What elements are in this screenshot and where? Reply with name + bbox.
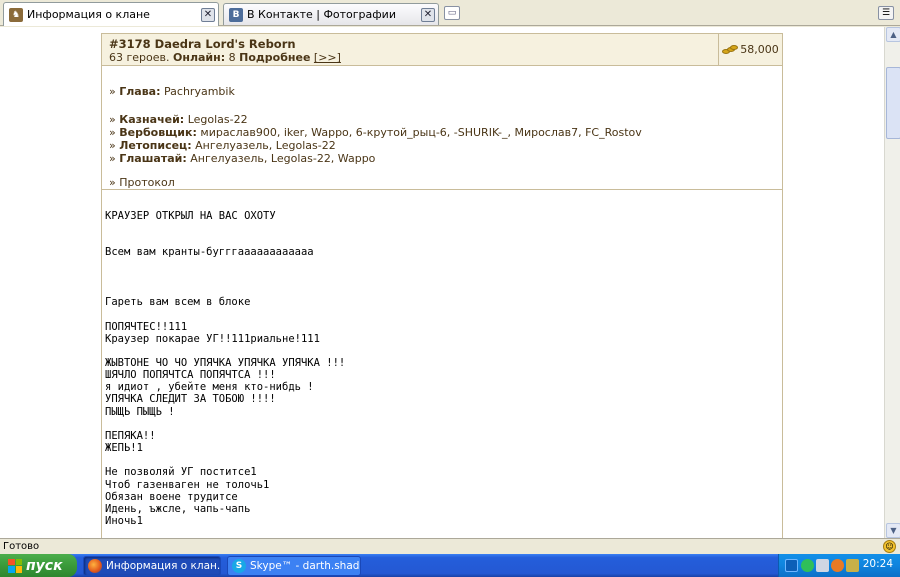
- clan-info-panel: #3178 Daedra Lord's Reborn 63 героев. Он…: [101, 33, 783, 538]
- description-line: ПЕПЯКА!!: [105, 430, 156, 442]
- smiley-icon[interactable]: ☺: [883, 540, 896, 553]
- description-line: Обязан воене трудитсе: [105, 491, 238, 503]
- description-line: ПЫЩЬ ПЫЩЬ !: [105, 406, 175, 418]
- officer-names: мираслав900, iker, Wappo, 6-крутой_рыц-6…: [200, 126, 642, 139]
- officer-role: Глашатай:: [119, 152, 187, 165]
- description-line: Краузер покарае УГ!!111риальне!111: [105, 333, 320, 345]
- scroll-down-icon[interactable]: ▼: [886, 523, 900, 538]
- officer-names: Ангелуазель, Legolas-22, Wappo: [190, 152, 376, 165]
- online-label: Онлайн:: [173, 51, 226, 64]
- description-line: КРАУЗЕР ОТКРЫЛ НА ВАС ОХОТУ: [105, 210, 276, 222]
- more-label: Подробнее: [239, 51, 311, 64]
- tab-vkontakte[interactable]: B В Контакте | Фотографии ✕: [223, 3, 439, 25]
- vertical-scrollbar[interactable]: ▲ ▼: [884, 27, 900, 538]
- officer-names: Legolas-22: [187, 113, 248, 126]
- close-icon[interactable]: ✕: [201, 7, 215, 22]
- start-label: пуск: [26, 557, 63, 574]
- tray-arrow-icon[interactable]: [785, 559, 798, 572]
- description-line: ШЯЧЛО ПОПЯЧТСА ПОПЯЧТСА !!!: [105, 369, 276, 381]
- officer-row-treasurer: » Казначей: Legolas-22: [109, 113, 248, 126]
- clan-gold: 58,000: [718, 34, 782, 65]
- tab-title: Информация о клане: [27, 8, 150, 21]
- officer-row-chronicler: » Летописец: Ангелуазель, Legolas-22: [109, 139, 336, 152]
- description-line: Иночь1: [105, 515, 143, 527]
- status-bar: Готово ☺: [0, 538, 900, 554]
- taskbar-item-skype[interactable]: S Skype™ - darth.shad...: [227, 556, 361, 576]
- vk-icon: B: [229, 7, 243, 22]
- description-line: ПОПЯЧТЕС!!111: [105, 321, 188, 333]
- gold-amount: 58,000: [740, 43, 779, 56]
- officer-role: Летописец:: [119, 139, 192, 152]
- tray-network-icon[interactable]: [816, 559, 829, 572]
- system-tray: 20:24: [778, 554, 900, 577]
- description-line: ЖЕПЬ!1: [105, 442, 143, 454]
- clan-title: #3178 Daedra Lord's Reborn: [109, 37, 296, 51]
- officer-row-head: » Глава: Pachryambik: [109, 85, 235, 98]
- more-link[interactable]: [>>]: [314, 51, 341, 64]
- description-line: Всем вам кранты-бугггaааааааааааа: [105, 246, 314, 258]
- description-line: ЖЫВТОНЕ ЧО ЧО УПЯЧКА УПЯЧКА УПЯЧКА !!!: [105, 357, 346, 369]
- tab-clan-info[interactable]: ♞ Информация о клане ✕: [3, 2, 219, 26]
- description-line: я идиот , убейте меня кто-нибдь !: [105, 381, 314, 393]
- tab-list-icon[interactable]: ☰: [878, 6, 894, 20]
- clan-summary: 63 героев. Онлайн: 8 Подробнее [>>]: [109, 51, 341, 64]
- online-count: 8: [228, 51, 236, 64]
- start-button[interactable]: пуск: [0, 554, 77, 577]
- tab-strip: ♞ Информация о клане ✕ B В Контакте | Фо…: [0, 0, 900, 26]
- clan-officers: » Глава: Pachryambik » Казначей: Legolas…: [102, 66, 782, 190]
- clock: 20:24: [862, 558, 893, 570]
- officer-role: Вербовщик:: [119, 126, 197, 139]
- officer-role: Казначей:: [119, 113, 185, 126]
- protocol-link[interactable]: » Протокол: [109, 176, 175, 189]
- page-viewport: #3178 Daedra Lord's Reborn 63 героев. Он…: [0, 27, 884, 538]
- windows-flag-icon: [8, 558, 22, 573]
- officer-role: Глава:: [119, 85, 161, 98]
- officer-names: Ангелуазель, Legolas-22: [195, 139, 336, 152]
- scroll-up-icon[interactable]: ▲: [886, 27, 900, 42]
- description-line: УПЯЧКА СЛЕДИТ ЗА ТОБОЮ !!!!: [105, 393, 276, 405]
- tray-skype-status-icon[interactable]: [801, 559, 814, 572]
- status-text: Готово: [3, 541, 40, 552]
- task-title: Информация о клан...: [106, 560, 221, 572]
- close-icon[interactable]: ✕: [421, 7, 435, 22]
- officer-row-herald: » Глашатай: Ангелуазель, Legolas-22, Wap…: [109, 152, 376, 165]
- scroll-thumb[interactable]: [886, 67, 900, 139]
- clan-icon: ♞: [9, 7, 23, 22]
- taskbar: пуск Информация о клан... S Skype™ - dar…: [0, 554, 900, 577]
- clan-header: #3178 Daedra Lord's Reborn 63 героев. Он…: [102, 34, 782, 66]
- tray-app-icon[interactable]: [831, 559, 844, 572]
- hero-count: 63 героев.: [109, 51, 170, 64]
- officer-row-recruiter: » Вербовщик: мираслав900, iker, Wappo, 6…: [109, 126, 642, 139]
- gold-icon: [722, 44, 739, 55]
- officer-names: Pachryambik: [164, 85, 235, 98]
- description-line: Чтоб газенваген не толочь1: [105, 479, 270, 491]
- firefox-icon: [88, 559, 102, 573]
- skype-icon: S: [232, 559, 246, 573]
- taskbar-item-firefox[interactable]: Информация о клан...: [83, 556, 221, 576]
- new-tab-icon[interactable]: ▭: [444, 6, 460, 20]
- description-line: Идень, ъжсле, чапь-чапь: [105, 503, 251, 515]
- tab-title: В Контакте | Фотографии: [247, 8, 396, 21]
- description-line: Гареть вам всем в блоке: [105, 296, 251, 308]
- tray-speaker-icon[interactable]: [846, 559, 859, 572]
- task-title: Skype™ - darth.shad...: [250, 560, 361, 572]
- description-line: Не позволяй УГ поститсе1: [105, 466, 257, 478]
